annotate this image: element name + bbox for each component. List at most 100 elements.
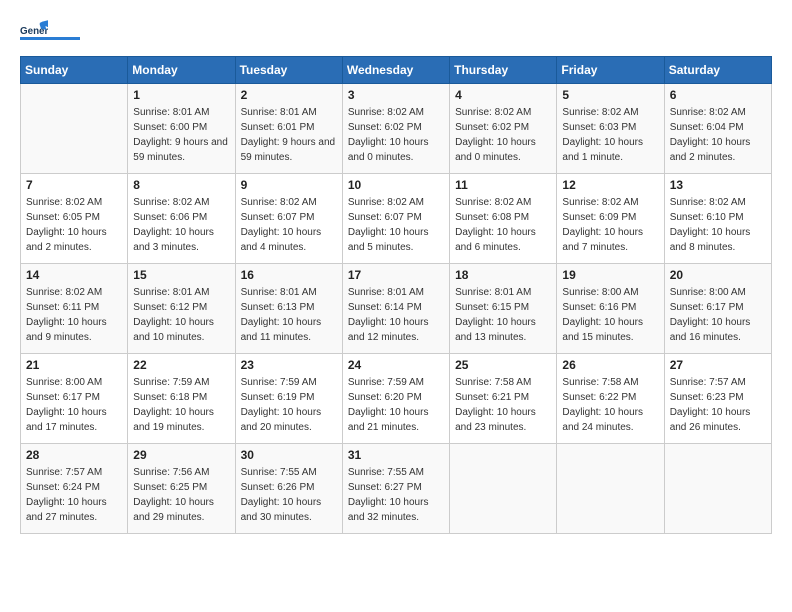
weekday-header-wednesday: Wednesday <box>342 57 449 84</box>
day-info: Sunrise: 7:59 AMSunset: 6:20 PMDaylight:… <box>348 375 444 435</box>
day-number: 18 <box>455 268 551 282</box>
calendar-cell: 24 Sunrise: 7:59 AMSunset: 6:20 PMDayligh… <box>342 354 449 444</box>
calendar-cell: 28 Sunrise: 7:57 AMSunset: 6:24 PMDayligh… <box>21 444 128 534</box>
day-info: Sunrise: 8:02 AMSunset: 6:07 PMDaylight:… <box>348 195 444 255</box>
day-number: 13 <box>670 178 766 192</box>
day-number: 31 <box>348 448 444 462</box>
day-info: Sunrise: 7:57 AMSunset: 6:24 PMDaylight:… <box>26 465 122 525</box>
weekday-header-row: SundayMondayTuesdayWednesdayThursdayFrid… <box>21 57 772 84</box>
day-number: 7 <box>26 178 122 192</box>
day-number: 24 <box>348 358 444 372</box>
calendar-cell: 6Sunrise: 8:02 AMSunset: 6:04 PMDaylight… <box>664 84 771 174</box>
calendar-cell: 3 Sunrise: 8:02 AMSunset: 6:02 PMDaylight… <box>342 84 449 174</box>
weekday-header-friday: Friday <box>557 57 664 84</box>
day-info: Sunrise: 8:02 AMSunset: 6:10 PMDaylight:… <box>670 195 766 255</box>
day-number: 15 <box>133 268 229 282</box>
day-info: Sunrise: 7:55 AMSunset: 6:27 PMDaylight:… <box>348 465 444 525</box>
day-info: Sunrise: 8:02 AMSunset: 6:05 PMDaylight:… <box>26 195 122 255</box>
day-number: 12 <box>562 178 658 192</box>
day-number: 16 <box>241 268 337 282</box>
day-number: 3 <box>348 88 444 102</box>
day-info: Sunrise: 8:01 AMSunset: 6:12 PMDaylight:… <box>133 285 229 345</box>
day-info: Sunrise: 7:56 AMSunset: 6:25 PMDaylight:… <box>133 465 229 525</box>
weekday-header-tuesday: Tuesday <box>235 57 342 84</box>
day-info: Sunrise: 8:01 AMSunset: 6:01 PMDaylight:… <box>241 105 337 165</box>
calendar-week-3: 14 Sunrise: 8:02 AMSunset: 6:11 PMDayligh… <box>21 264 772 354</box>
calendar-cell: 21 Sunrise: 8:00 AMSunset: 6:17 PMDayligh… <box>21 354 128 444</box>
day-number: 22 <box>133 358 229 372</box>
calendar-cell: 13 Sunrise: 8:02 AMSunset: 6:10 PMDayligh… <box>664 174 771 264</box>
day-info: Sunrise: 8:02 AMSunset: 6:04 PMDaylight:… <box>670 105 766 165</box>
day-info: Sunrise: 8:02 AMSunset: 6:03 PMDaylight:… <box>562 105 658 165</box>
calendar-cell: 17 Sunrise: 8:01 AMSunset: 6:14 PMDayligh… <box>342 264 449 354</box>
calendar-cell: 27 Sunrise: 7:57 AMSunset: 6:23 PMDayligh… <box>664 354 771 444</box>
calendar-cell: 1 Sunrise: 8:01 AMSunset: 6:00 PMDaylight… <box>128 84 235 174</box>
calendar-cell: 16 Sunrise: 8:01 AMSunset: 6:13 PMDayligh… <box>235 264 342 354</box>
day-info: Sunrise: 8:00 AMSunset: 6:16 PMDaylight:… <box>562 285 658 345</box>
day-number: 26 <box>562 358 658 372</box>
calendar-cell: 18 Sunrise: 8:01 AMSunset: 6:15 PMDayligh… <box>450 264 557 354</box>
day-number: 23 <box>241 358 337 372</box>
calendar-cell: 8Sunrise: 8:02 AMSunset: 6:06 PMDaylight… <box>128 174 235 264</box>
day-number: 4 <box>455 88 551 102</box>
day-number: 19 <box>562 268 658 282</box>
calendar-cell: 22 Sunrise: 7:59 AMSunset: 6:18 PMDayligh… <box>128 354 235 444</box>
calendar-cell <box>21 84 128 174</box>
day-info: Sunrise: 7:57 AMSunset: 6:23 PMDaylight:… <box>670 375 766 435</box>
day-number: 28 <box>26 448 122 462</box>
day-number: 17 <box>348 268 444 282</box>
calendar-cell <box>450 444 557 534</box>
day-number: 2 <box>241 88 337 102</box>
day-number: 27 <box>670 358 766 372</box>
day-info: Sunrise: 7:59 AMSunset: 6:19 PMDaylight:… <box>241 375 337 435</box>
day-number: 10 <box>348 178 444 192</box>
day-number: 1 <box>133 88 229 102</box>
calendar-cell: 2 Sunrise: 8:01 AMSunset: 6:01 PMDaylight… <box>235 84 342 174</box>
calendar-cell: 5 Sunrise: 8:02 AMSunset: 6:03 PMDaylight… <box>557 84 664 174</box>
day-number: 29 <box>133 448 229 462</box>
calendar-cell: 4Sunrise: 8:02 AMSunset: 6:02 PMDaylight… <box>450 84 557 174</box>
day-info: Sunrise: 8:02 AMSunset: 6:02 PMDaylight:… <box>348 105 444 165</box>
logo: General <box>20 20 80 40</box>
weekday-header-thursday: Thursday <box>450 57 557 84</box>
calendar-cell: 19 Sunrise: 8:00 AMSunset: 6:16 PMDayligh… <box>557 264 664 354</box>
calendar-cell: 9Sunrise: 8:02 AMSunset: 6:07 PMDaylight… <box>235 174 342 264</box>
day-number: 11 <box>455 178 551 192</box>
day-number: 20 <box>670 268 766 282</box>
calendar-week-2: 7 Sunrise: 8:02 AMSunset: 6:05 PMDaylight… <box>21 174 772 264</box>
day-number: 25 <box>455 358 551 372</box>
day-info: Sunrise: 7:58 AMSunset: 6:22 PMDaylight:… <box>562 375 658 435</box>
day-info: Sunrise: 8:01 AMSunset: 6:00 PMDaylight:… <box>133 105 229 165</box>
day-number: 30 <box>241 448 337 462</box>
calendar-cell: 12 Sunrise: 8:02 AMSunset: 6:09 PMDayligh… <box>557 174 664 264</box>
calendar-week-1: 1 Sunrise: 8:01 AMSunset: 6:00 PMDaylight… <box>21 84 772 174</box>
day-number: 9 <box>241 178 337 192</box>
day-number: 21 <box>26 358 122 372</box>
weekday-header-monday: Monday <box>128 57 235 84</box>
page-header: General <box>20 20 772 40</box>
day-info: Sunrise: 7:55 AMSunset: 6:26 PMDaylight:… <box>241 465 337 525</box>
calendar-cell: 31 Sunrise: 7:55 AMSunset: 6:27 PMDayligh… <box>342 444 449 534</box>
day-number: 8 <box>133 178 229 192</box>
calendar-week-4: 21 Sunrise: 8:00 AMSunset: 6:17 PMDayligh… <box>21 354 772 444</box>
calendar-cell: 30 Sunrise: 7:55 AMSunset: 6:26 PMDayligh… <box>235 444 342 534</box>
calendar-table: SundayMondayTuesdayWednesdayThursdayFrid… <box>20 56 772 534</box>
day-info: Sunrise: 8:01 AMSunset: 6:14 PMDaylight:… <box>348 285 444 345</box>
day-info: Sunrise: 8:00 AMSunset: 6:17 PMDaylight:… <box>26 375 122 435</box>
calendar-cell: 25Sunrise: 7:58 AMSunset: 6:21 PMDayligh… <box>450 354 557 444</box>
day-info: Sunrise: 7:59 AMSunset: 6:18 PMDaylight:… <box>133 375 229 435</box>
day-number: 14 <box>26 268 122 282</box>
weekday-header-sunday: Sunday <box>21 57 128 84</box>
calendar-cell: 7 Sunrise: 8:02 AMSunset: 6:05 PMDaylight… <box>21 174 128 264</box>
day-info: Sunrise: 8:02 AMSunset: 6:09 PMDaylight:… <box>562 195 658 255</box>
calendar-cell <box>664 444 771 534</box>
day-info: Sunrise: 8:02 AMSunset: 6:11 PMDaylight:… <box>26 285 122 345</box>
day-info: Sunrise: 8:01 AMSunset: 6:13 PMDaylight:… <box>241 285 337 345</box>
day-number: 5 <box>562 88 658 102</box>
day-info: Sunrise: 8:01 AMSunset: 6:15 PMDaylight:… <box>455 285 551 345</box>
calendar-cell <box>557 444 664 534</box>
calendar-cell: 26 Sunrise: 7:58 AMSunset: 6:22 PMDayligh… <box>557 354 664 444</box>
calendar-cell: 23 Sunrise: 7:59 AMSunset: 6:19 PMDayligh… <box>235 354 342 444</box>
calendar-cell: 10 Sunrise: 8:02 AMSunset: 6:07 PMDayligh… <box>342 174 449 264</box>
calendar-cell: 15 Sunrise: 8:01 AMSunset: 6:12 PMDayligh… <box>128 264 235 354</box>
